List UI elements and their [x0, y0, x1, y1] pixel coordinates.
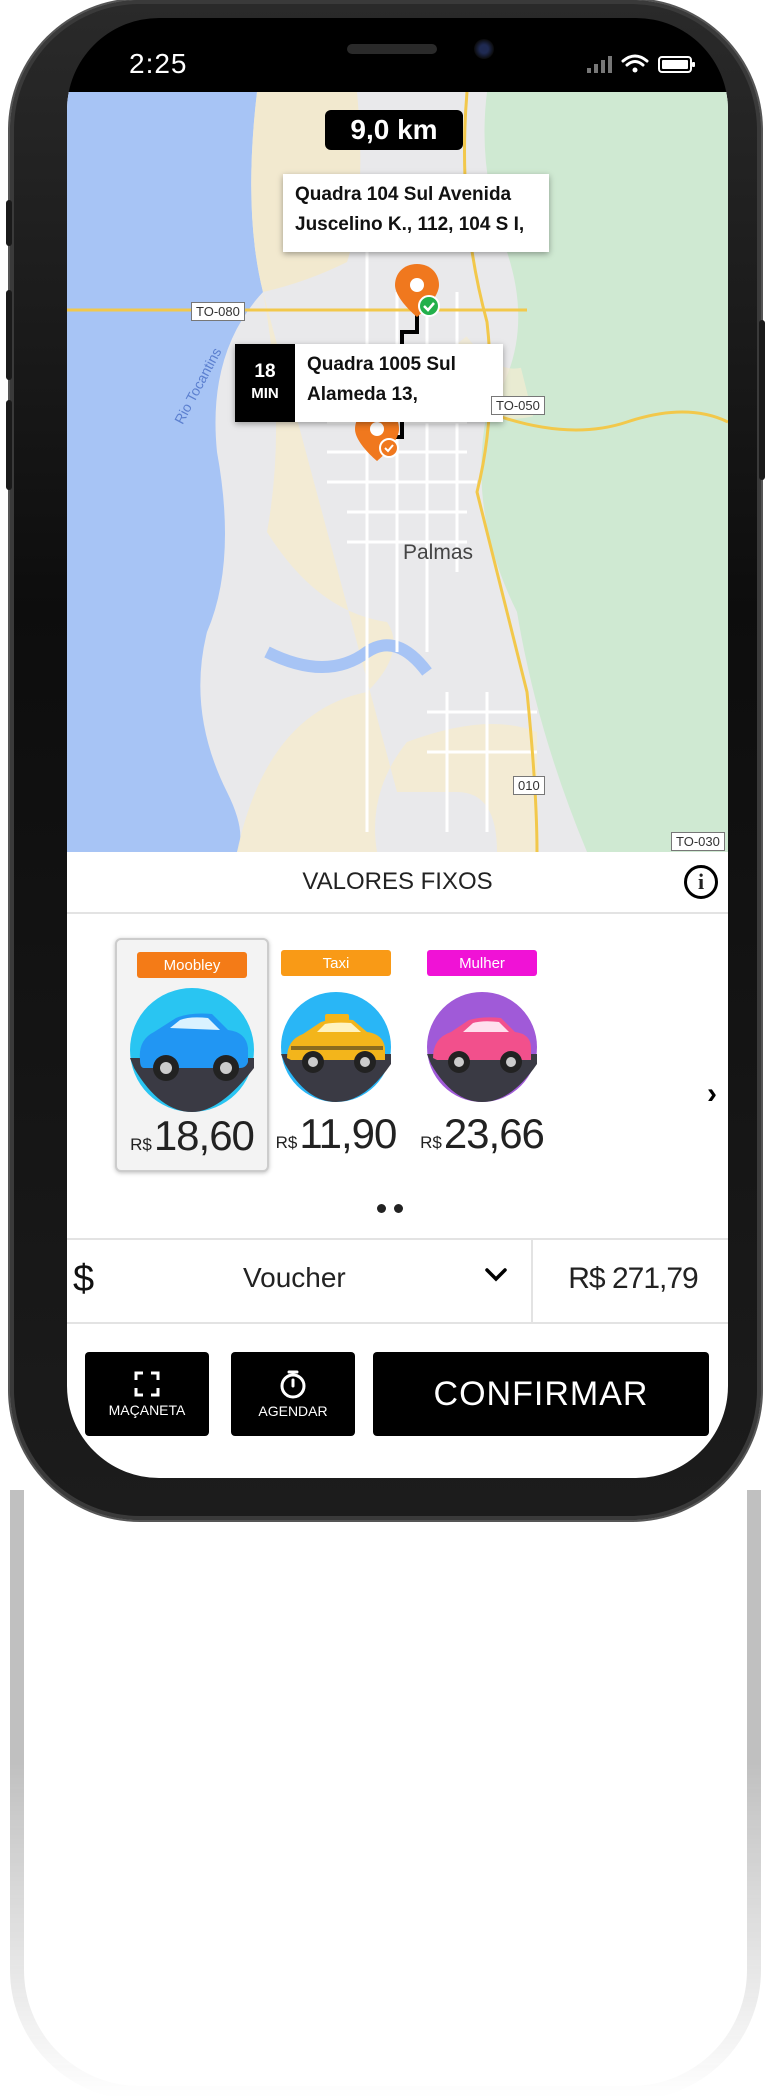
- handle-button[interactable]: MAÇANETA: [85, 1352, 209, 1436]
- category-badge: Taxi: [281, 950, 391, 976]
- phone-frame: 2:25 9,0 km Quadra 104 Sul Avenida Jusce…: [6, 0, 765, 1520]
- category-card-mulher[interactable]: Mulher R$ 23,66: [407, 938, 557, 1168]
- origin-address-line2: Juscelino K., 112, 104 S I,: [295, 214, 525, 235]
- chevron-down-icon[interactable]: [483, 1262, 509, 1288]
- phone-screen: 2:25 9,0 km Quadra 104 Sul Avenida Jusce…: [67, 18, 728, 1478]
- pagination-dot[interactable]: [394, 1204, 403, 1213]
- divider: [531, 1240, 533, 1322]
- scan-frame-icon: [134, 1371, 160, 1397]
- ride-options-panel: VALORES FIXOS i Moobley R$ 18,60 Taxi R$…: [67, 852, 728, 1478]
- schedule-button-label: AGENDAR: [258, 1403, 328, 1419]
- currency-symbol: R$: [275, 1133, 298, 1152]
- destination-address-line1: Quadra 1005 Sul: [307, 354, 456, 375]
- road-label-to030: TO-030: [671, 832, 725, 851]
- stopwatch-icon: [280, 1370, 306, 1399]
- dollar-icon: $: [73, 1258, 95, 1300]
- panel-header: VALORES FIXOS i: [67, 852, 728, 914]
- destination-address-callout: 18 MIN Quadra 1005 Sul Alameda 13,: [235, 344, 503, 422]
- category-card-moobley[interactable]: Moobley R$ 18,60: [115, 938, 269, 1172]
- price-value: 11,90: [299, 1110, 397, 1157]
- car-pink-icon: [427, 992, 537, 1102]
- category-badge: Mulher: [427, 950, 537, 976]
- category-price: R$ 23,66: [407, 1110, 557, 1158]
- currency-symbol: R$: [130, 1135, 152, 1154]
- price-value: 18,60: [153, 1112, 255, 1159]
- category-card-taxi[interactable]: Taxi R$ 11,90: [261, 938, 411, 1168]
- volume-down-button: [6, 400, 12, 490]
- category-price: R$ 18,60: [117, 1112, 267, 1160]
- origin-address-line1: Quadra 104 Sul Avenida: [295, 184, 512, 205]
- chevron-right-icon[interactable]: ›: [707, 1077, 717, 1111]
- confirm-button[interactable]: CONFIRMAR: [373, 1352, 709, 1436]
- destination-address-line2: Alameda 13,: [307, 384, 418, 405]
- phone-reflection: [10, 1340, 761, 2100]
- road-label-010: 010: [513, 776, 545, 795]
- category-badge: Moobley: [137, 952, 247, 978]
- car-blue-icon: [130, 988, 254, 1112]
- origin-address-callout: Quadra 104 Sul Avenida Juscelino K., 112…: [283, 174, 549, 252]
- city-label: Palmas: [403, 541, 474, 564]
- route-map[interactable]: 9,0 km Quadra 104 Sul Avenida Juscelino …: [67, 92, 728, 852]
- power-button: [759, 320, 765, 480]
- battery-icon: [658, 56, 695, 73]
- status-time: 2:25: [129, 48, 188, 79]
- price-value: 23,66: [443, 1110, 545, 1157]
- voucher-balance: R$ 271,79: [568, 1262, 698, 1295]
- eta-value: 18: [254, 361, 276, 382]
- eta-unit: MIN: [251, 385, 279, 402]
- carousel-pagination: [377, 1204, 403, 1213]
- cellular-signal-icon: [587, 56, 612, 73]
- payment-method-select[interactable]: Voucher: [243, 1262, 346, 1294]
- status-icons: [587, 54, 695, 73]
- road-label-to050: TO-050: [491, 396, 545, 415]
- schedule-button[interactable]: AGENDAR: [231, 1352, 355, 1436]
- mute-switch: [6, 200, 12, 246]
- wifi-icon: [621, 54, 649, 73]
- status-bar: 2:25: [67, 18, 728, 92]
- currency-symbol: R$: [420, 1133, 442, 1152]
- handle-button-label: MAÇANETA: [108, 1402, 186, 1418]
- payment-row: $ Voucher R$ 271,79: [67, 1238, 728, 1324]
- road-label-to080: TO-080: [191, 302, 245, 321]
- volume-up-button: [6, 290, 12, 380]
- info-icon[interactable]: i: [684, 865, 718, 899]
- eta-badge: 18 MIN: [235, 344, 295, 422]
- category-price: R$ 11,90: [261, 1110, 411, 1158]
- distance-badge: 9,0 km: [325, 110, 463, 150]
- taxi-icon: [281, 992, 391, 1102]
- panel-title: VALORES FIXOS: [302, 868, 493, 895]
- pagination-dot[interactable]: [377, 1204, 386, 1213]
